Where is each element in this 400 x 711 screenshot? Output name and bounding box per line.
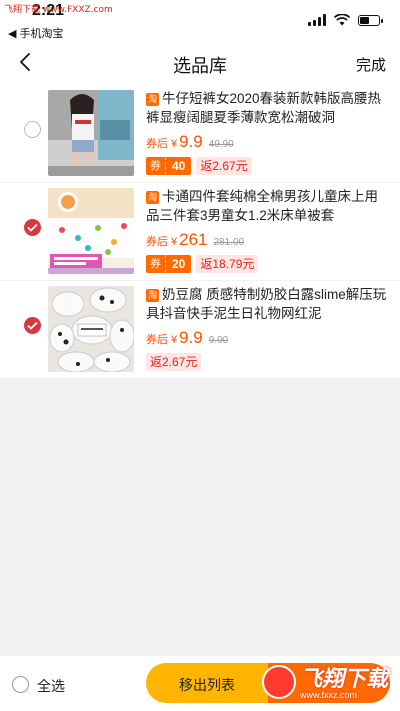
taobao-tag-icon: 淘: [146, 191, 159, 204]
coupon-value: 20: [165, 255, 192, 273]
wifi-icon: [334, 14, 350, 26]
watermark-top: 飞翔下载 www.FXXZ.com: [4, 5, 113, 15]
watermark-name: 飞翔下载: [300, 666, 389, 691]
coupon-value: 40: [165, 157, 192, 175]
badges: 券 40 返2.67元: [146, 157, 388, 175]
currency-symbol: ¥: [171, 334, 178, 346]
taobao-tag-icon: 淘: [146, 289, 159, 302]
coupon-badge: 券 40: [146, 157, 192, 175]
status-icons: [308, 14, 383, 26]
coupon-label: 券: [146, 255, 165, 273]
product-image[interactable]: [48, 188, 134, 274]
page-title: 选品库: [173, 56, 227, 76]
price-row: 券后 ¥ 9.9 49.90: [146, 132, 388, 152]
rebate-badge: 返2.67元: [196, 157, 252, 175]
watermark-logo-icon: [262, 665, 296, 699]
battery-icon: [358, 14, 383, 26]
nav-bar: 选品库 完成: [0, 40, 400, 85]
price-label: 券后: [146, 138, 168, 150]
product-image[interactable]: [48, 286, 134, 372]
price-label: 券后: [146, 236, 168, 248]
product-item[interactable]: 淘奶豆腐 质感特制奶胶白露slime解压玩具抖音快手泥生日礼物网红泥 券后 ¥ …: [0, 281, 400, 379]
taobao-tag-icon: 淘: [146, 93, 159, 106]
done-button[interactable]: 完成: [356, 54, 386, 75]
select-all-checkbox[interactable]: [12, 676, 29, 693]
coupon-badge: 券 20: [146, 255, 192, 273]
badges: 券 20 返18.79元: [146, 255, 388, 273]
product-title[interactable]: 淘奶豆腐 质感特制奶胶白露slime解压玩具抖音快手泥生日礼物网红泥: [146, 285, 388, 323]
price-value: 9.9: [179, 328, 203, 347]
select-checkbox-checked[interactable]: [24, 219, 41, 236]
watermark-bottom: 飞翔下载 www.fxxz.com: [262, 659, 392, 707]
signal-icon: [308, 14, 326, 26]
badges: 返2.67元: [146, 353, 388, 371]
select-checkbox-checked[interactable]: [24, 317, 41, 334]
currency-symbol: ¥: [171, 138, 178, 150]
product-list: 淘牛仔短裤女2020春装新款韩版高腰热裤显瘦阔腿夏季薄款宽松潮破洞 券后 ¥ 9…: [0, 85, 400, 379]
coupon-label: 券: [146, 157, 165, 175]
original-price: 9.90: [208, 335, 229, 346]
price-label: 券后: [146, 334, 168, 346]
product-item[interactable]: 淘牛仔短裤女2020春装新款韩版高腰热裤显瘦阔腿夏季薄款宽松潮破洞 券后 ¥ 9…: [0, 85, 400, 183]
product-item[interactable]: 淘卡通四件套纯棉全棉男孩儿童床上用品三件套3男童女1.2米床单被套 券后 ¥ 2…: [0, 183, 400, 281]
move-out-label: 移出列表: [179, 677, 235, 693]
original-price: 49.90: [208, 139, 234, 150]
original-price: 281.00: [213, 237, 245, 248]
currency-symbol: ¥: [171, 236, 178, 248]
price-row: 券后 ¥ 9.9 9.90: [146, 328, 388, 348]
rebate-badge: 返18.79元: [196, 255, 259, 273]
watermark-url: www.fxxz.com: [300, 690, 358, 700]
product-title[interactable]: 淘牛仔短裤女2020春装新款韩版高腰热裤显瘦阔腿夏季薄款宽松潮破洞: [146, 89, 388, 127]
select-checkbox[interactable]: [24, 121, 41, 138]
product-image[interactable]: [48, 90, 134, 176]
price-value: 9.9: [179, 132, 203, 151]
price-value: 261: [179, 230, 208, 249]
price-row: 券后 ¥ 261 281.00: [146, 230, 388, 250]
back-to-app-link[interactable]: ◀ 手机淘宝: [8, 25, 64, 41]
rebate-badge: 返2.67元: [146, 353, 202, 371]
select-all-label[interactable]: 全选: [37, 676, 65, 696]
product-title[interactable]: 淘卡通四件套纯棉全棉男孩儿童床上用品三件套3男童女1.2米床单被套: [146, 187, 388, 225]
